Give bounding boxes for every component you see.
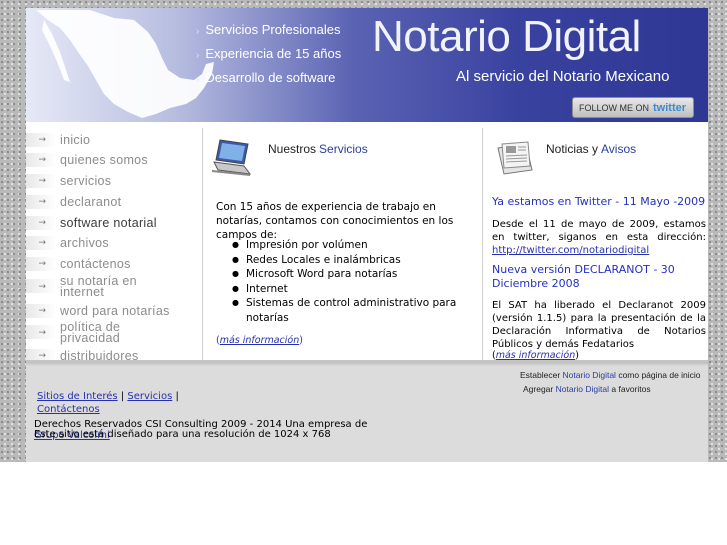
services-intro: Con 15 años de experiencia de trabajo en… [216,201,454,241]
arrow-right-icon: → [38,155,46,165]
chevron-right-icon: › [196,26,200,37]
sidebar-item-quienes-somos[interactable]: → quienes somos [26,150,201,170]
mexico-map-icon [36,10,214,118]
sidebar-nav: → inicio → quienes somos → servicios → decla… [26,130,201,363]
banner-feature: › Desarrollo de software [196,70,336,85]
sidebar-item-su-notaria-en-internet[interactable]: → su notaría en internet [26,275,201,298]
arrow-right-icon: → [38,197,46,207]
footer-links: Sitios de Interés | Servicios | Contácte… [37,391,179,415]
sidebar-item-contactenos[interactable]: → contáctenos [26,254,201,274]
arrow-right-icon: → [38,306,46,316]
list-item: Microsoft Word para notarías [232,267,466,282]
twitter-follow-button[interactable]: FOLLOW ME ON twitter [572,97,694,118]
arrow-right-icon: → [38,328,46,338]
laptop-icon [212,139,252,176]
news-item-title[interactable]: Nueva versión DECLARANOT - 30 Diciembre … [492,263,706,291]
header-banner: › Servicios Profesionales › Experiencia de… [26,8,708,122]
site-title: Notario Digital [372,12,641,61]
news-item-title[interactable]: Ya estamos en Twitter - 11 Mayo -2009 [492,195,706,209]
chevron-right-icon: › [196,74,200,85]
site-subtitle: Al servicio del Notario Mexicano [456,68,670,85]
sidebar-item-inicio[interactable]: → inicio [26,130,201,150]
services-section: Nuestros Servicios Con 15 años de experie… [202,128,482,360]
news-item-body: Desde el 11 de mayo de 2009, estamos en … [492,219,706,256]
more-info-link[interactable]: más información [220,335,300,346]
resolution-note: Este sitio está diseñado para una resolu… [34,429,331,440]
services-heading: Nuestros Servicios [268,142,368,156]
sidebar-item-politica-de-privacidad[interactable]: → política de privacidad [26,321,201,344]
arrow-right-icon: → [38,351,46,361]
list-item: Sistemas de control administrativo para … [232,296,466,325]
list-item: Internet [232,282,466,297]
page-container: › Servicios Profesionales › Experiencia de… [26,8,708,462]
add-favorites-link[interactable]: Agregar Notario Digital a favoritos [523,384,651,394]
services-list: Impresión por volúmen Redes Locales e in… [232,238,466,325]
banner-feature: › Experiencia de 15 años [196,46,342,61]
sidebar-item-word-para-notarias[interactable]: → word para notarías [26,301,201,321]
twitter-logo-icon: twitter [653,101,687,114]
arrow-right-icon: → [38,176,46,186]
sidebar-item-archivos[interactable]: → archivos [26,233,201,253]
sidebar-item-servicios[interactable]: → servicios [26,171,201,191]
list-item: Redes Locales e inalámbricas [232,253,466,268]
footer: Establecer Notario Digital como página d… [26,360,708,462]
footer-link-sitios[interactable]: Sitios de Interés [37,391,118,402]
news-item-body: El SAT ha liberado el Declaranot 2009 (v… [492,300,706,350]
services-more-info: (más información) [216,335,303,346]
chevron-right-icon: › [196,50,200,61]
list-item: Impresión por volúmen [232,238,466,253]
arrow-right-icon: → [38,218,46,228]
column-divider [482,128,483,360]
set-homepage-link[interactable]: Establecer Notario Digital como página d… [520,370,701,380]
sidebar-item-software-notarial[interactable]: → software notarial [26,213,201,233]
banner-feature: › Servicios Profesionales [196,22,341,37]
newspaper-icon [497,141,533,175]
arrow-right-icon: → [38,238,46,248]
arrow-right-icon: → [38,282,46,292]
sidebar-item-declaranot[interactable]: → declaranot [26,192,201,212]
arrow-right-icon: → [38,259,46,269]
footer-link-servicios[interactable]: Servicios [127,391,172,402]
news-heading: Noticias y Avisos [546,142,637,156]
footer-link-contactenos[interactable]: Contáctenos [37,404,100,415]
arrow-right-icon: → [38,135,46,145]
twitter-link[interactable]: http://twitter.com/notariodigital [492,245,649,256]
news-section: Noticias y Avisos Ya estamos en Twitter -… [484,128,708,364]
